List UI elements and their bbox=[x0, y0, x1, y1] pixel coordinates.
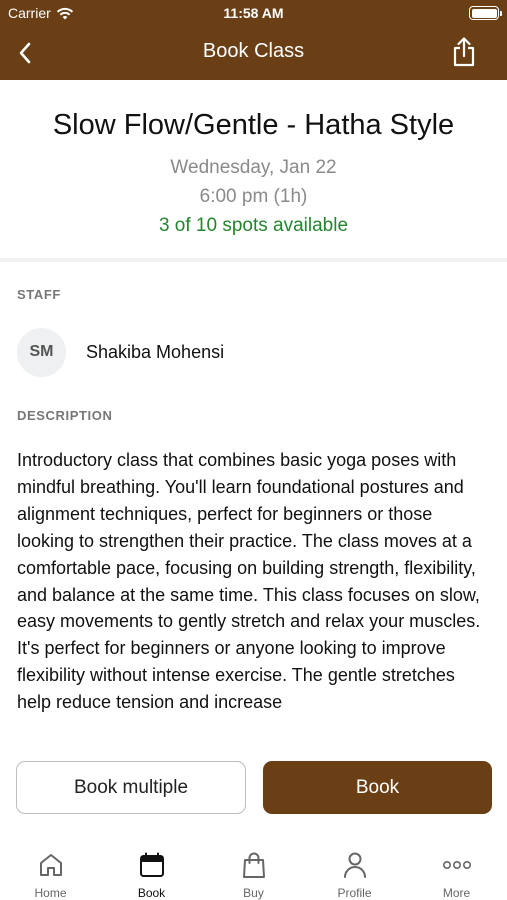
tab-book-label: Book bbox=[137, 886, 166, 900]
book-multiple-button[interactable]: Book multiple bbox=[16, 761, 246, 814]
staff-name: Shakiba Mohensi bbox=[86, 341, 225, 362]
share-button[interactable] bbox=[449, 36, 479, 68]
share-icon bbox=[453, 37, 475, 67]
tab-buy[interactable]: Buy bbox=[203, 838, 304, 900]
status-bar: Carrier 11:58 AM bbox=[0, 0, 507, 26]
description-section-label: DESCRIPTION bbox=[17, 408, 113, 423]
class-time: 6:00 pm (1h) bbox=[199, 186, 308, 207]
class-description: Introductory class that combines basic y… bbox=[17, 450, 481, 713]
staff-row[interactable]: SM Shakiba Mohensi bbox=[17, 327, 224, 377]
avatar: SM bbox=[17, 327, 66, 377]
staff-section-label: STAFF bbox=[17, 287, 61, 302]
tab-home[interactable]: Home bbox=[0, 838, 101, 900]
book-button[interactable]: Book bbox=[263, 761, 492, 814]
shopping-bag-icon bbox=[242, 852, 265, 878]
more-dots-icon bbox=[442, 860, 471, 870]
nav-bar: Book Class bbox=[0, 26, 507, 80]
tab-book[interactable]: Book bbox=[101, 838, 202, 900]
class-date: Wednesday, Jan 22 bbox=[170, 157, 337, 178]
tab-profile[interactable]: Profile bbox=[304, 838, 405, 900]
tab-buy-label: Buy bbox=[243, 886, 264, 900]
person-icon bbox=[343, 852, 366, 878]
class-title: Slow Flow/Gentle - Hatha Style bbox=[52, 109, 455, 141]
tab-bar: Home Book Buy Profile More bbox=[0, 838, 507, 900]
tab-home-label: Home bbox=[34, 886, 67, 900]
nav-title: Book Class bbox=[202, 40, 305, 62]
spots-available: 3 of 10 spots available bbox=[158, 215, 349, 236]
tab-more[interactable]: More bbox=[406, 838, 507, 900]
home-icon bbox=[39, 854, 62, 876]
battery-icon bbox=[469, 6, 502, 20]
calendar-icon bbox=[139, 852, 164, 877]
class-header: Slow Flow/Gentle - Hatha Style Wednesday… bbox=[0, 80, 507, 262]
tab-profile-label: Profile bbox=[337, 886, 372, 900]
tab-more-label: More bbox=[442, 886, 471, 900]
status-time: 11:58 AM bbox=[223, 5, 284, 21]
